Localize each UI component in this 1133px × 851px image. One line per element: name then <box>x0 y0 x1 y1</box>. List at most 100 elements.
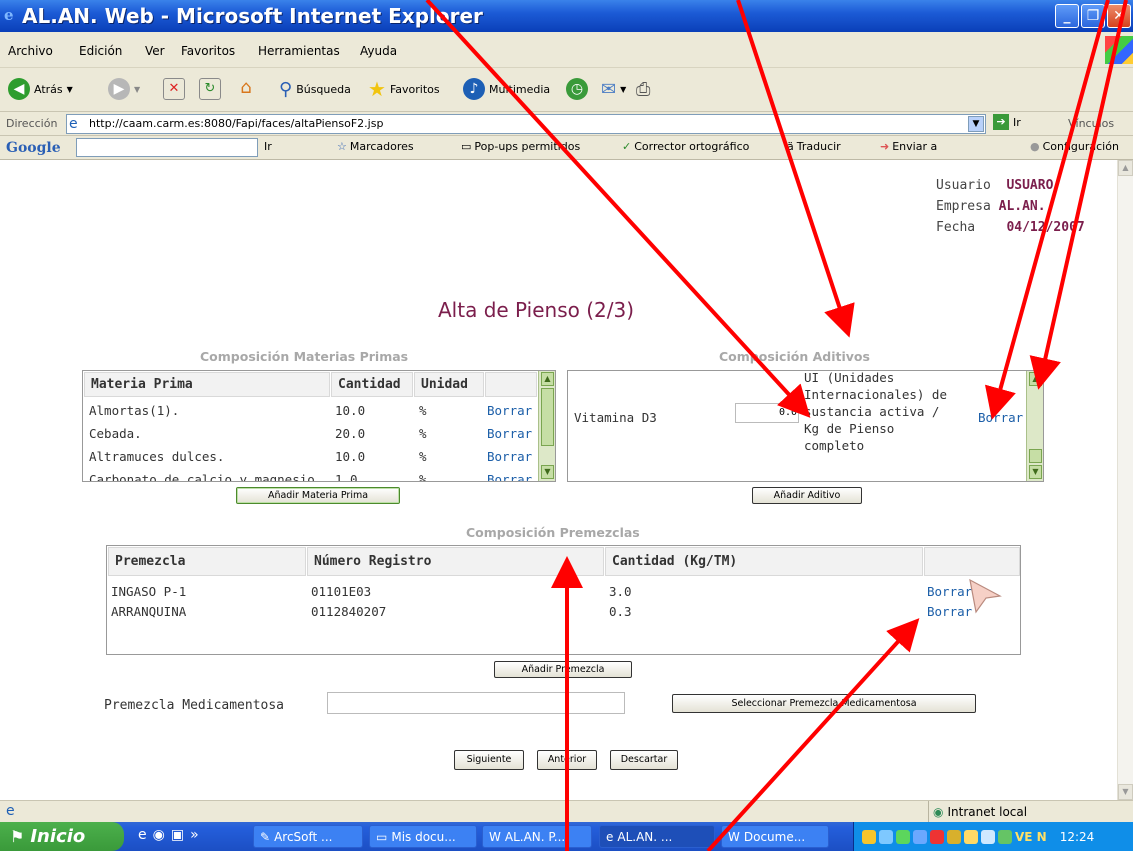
forward-button[interactable]: ▶ ▼ <box>108 76 140 102</box>
address-input[interactable]: e http://caam.carm.es:8080/Fapi/faces/al… <box>66 114 986 134</box>
delete-link[interactable]: Borrar <box>978 410 1023 425</box>
scroll-down-icon[interactable]: ▼ <box>1118 784 1133 800</box>
word-icon: W <box>489 829 501 844</box>
start-button[interactable]: ⚑ Inicio <box>0 822 124 851</box>
back-arrow-icon: ◀ <box>8 78 30 100</box>
refresh-button[interactable]: ↻ <box>199 76 221 102</box>
stop-button[interactable]: ✕ <box>163 76 185 102</box>
menu-edicion[interactable]: Edición <box>79 44 122 58</box>
prev-button[interactable]: Anterior <box>537 750 597 770</box>
tray-icon[interactable] <box>947 829 961 844</box>
printer-icon: ⎙ <box>636 78 651 100</box>
ie-quicklaunch-icon[interactable]: e <box>138 827 147 843</box>
send-button[interactable]: ➜ Enviar a <box>880 140 937 153</box>
task-documento[interactable]: W Docume... <box>721 825 829 848</box>
forward-arrow-icon: ▶ <box>108 78 130 100</box>
scroll-up-icon[interactable]: ▲ <box>541 372 554 386</box>
history-button[interactable]: ◷ <box>566 76 588 102</box>
print-button[interactable]: ⎙ <box>636 76 650 102</box>
materias-scrollbar[interactable]: ▲ ▼ <box>538 371 555 481</box>
clock[interactable]: 12:24 <box>1060 830 1095 844</box>
add-aditivo-button[interactable]: Añadir Aditivo <box>752 487 862 504</box>
scroll-thumb[interactable] <box>541 388 554 446</box>
bookmarks-button[interactable]: ☆ Marcadores <box>337 140 414 153</box>
google-go-button[interactable]: Ir <box>264 140 272 153</box>
delete-link[interactable]: Borrar <box>927 604 972 619</box>
translate-button[interactable]: ä Traducir <box>787 140 841 153</box>
translate-icon: ä <box>787 140 794 153</box>
close-button[interactable]: ✕ <box>1107 4 1131 28</box>
menu-herramientas[interactable]: Herramientas <box>258 44 340 58</box>
settings-button[interactable]: ● Configuración <box>1030 140 1119 153</box>
scroll-up-icon[interactable]: ▲ <box>1118 160 1133 176</box>
menu-ayuda[interactable]: Ayuda <box>360 44 397 58</box>
back-button[interactable]: ◀ Atrás ▼ <box>8 76 73 102</box>
menu-favoritos[interactable]: Favoritos <box>181 44 235 58</box>
popup-icon: ▭ <box>461 140 472 153</box>
aditivos-panel: Vitamina D3 0.0 UI (Unidades Internacion… <box>567 370 1044 482</box>
search-button[interactable]: ⚲ Búsqueda <box>279 76 351 102</box>
select-medicamentosa-button[interactable]: Seleccionar Premezcla Medicamentosa <box>672 694 976 713</box>
menu-ver[interactable]: Ver <box>145 44 165 58</box>
discard-button[interactable]: Descartar <box>610 750 678 770</box>
history-icon: ◷ <box>566 78 588 100</box>
go-button[interactable]: ➔ Ir <box>993 114 1021 130</box>
favorites-button[interactable]: ★ Favoritos <box>368 76 440 102</box>
links-label[interactable]: Vínculos <box>1068 117 1114 130</box>
refresh-icon: ↻ <box>199 78 221 100</box>
add-premezcla-button[interactable]: Añadir Premezcla <box>494 661 632 678</box>
task-alan-ie[interactable]: e AL.AN. ... <box>599 825 715 848</box>
tray-icon[interactable] <box>981 829 995 844</box>
delete-link[interactable]: Borrar <box>927 584 972 599</box>
minimize-button[interactable]: _ <box>1055 4 1079 28</box>
scroll-down-icon[interactable]: ▼ <box>1029 465 1042 479</box>
delete-link[interactable]: Borrar <box>487 472 532 481</box>
tray-language[interactable]: VE N <box>1015 830 1047 844</box>
more-chevron-icon[interactable]: » <box>190 827 199 843</box>
tray-icon[interactable] <box>964 829 978 844</box>
scroll-down-icon[interactable]: ▼ <box>541 465 554 479</box>
delete-link[interactable]: Borrar <box>487 449 532 464</box>
scroll-up-icon[interactable]: ▲ <box>1029 372 1042 386</box>
tray-icon[interactable] <box>879 829 893 844</box>
menu-bar: Archivo Edición Ver Favoritos Herramient… <box>0 32 1133 68</box>
task-arcsoft[interactable]: ✎ ArcSoft ... <box>253 825 363 848</box>
taskbar: ⚑ Inicio e ◉ ▣ » ✎ ArcSoft ... ▭ Mis docu.… <box>0 822 1133 851</box>
address-dropdown-icon[interactable]: ▼ <box>968 116 984 132</box>
desktop-quicklaunch-icon[interactable]: ▣ <box>171 827 184 843</box>
media-quicklaunch-icon[interactable]: ◉ <box>153 827 165 843</box>
aditivos-scrollbar[interactable]: ▲ ▼ <box>1026 371 1043 481</box>
status-bar: e ◉ Intranet local <box>0 800 1133 822</box>
google-logo[interactable]: Google <box>6 140 61 156</box>
task-alan-word[interactable]: W AL.AN. P... <box>482 825 592 848</box>
delete-link[interactable]: Borrar <box>487 426 532 441</box>
scroll-thumb[interactable] <box>1029 449 1042 463</box>
premezclas-header-action <box>924 547 1020 576</box>
maximize-button[interactable]: ❐ <box>1081 4 1105 28</box>
materias-panel: Materia Prima Cantidad Unidad Almortas(1… <box>82 370 556 482</box>
popups-button[interactable]: ▭ Pop-ups permitidos <box>461 140 580 153</box>
delete-link[interactable]: Borrar <box>487 403 532 418</box>
tray-icon[interactable] <box>998 829 1012 844</box>
tray-icon[interactable] <box>896 829 910 844</box>
multimedia-button[interactable]: ♪ Multimedia <box>463 76 550 102</box>
google-search-input[interactable] <box>76 138 258 157</box>
medicamentosa-input[interactable] <box>327 692 625 714</box>
mouse-cursor-icon <box>969 578 1002 614</box>
company-value: AL.AN. <box>998 199 1046 214</box>
next-button[interactable]: Siguiente <box>454 750 524 770</box>
spellcheck-button[interactable]: ✓ Corrector ortográfico <box>622 140 749 153</box>
user-value: USUARO <box>1006 178 1054 193</box>
mail-button[interactable]: ✉ ▼ <box>601 76 626 102</box>
google-toolbar: Google Ir ☆ Marcadores ▭ Pop-ups permiti… <box>0 136 1133 160</box>
menu-archivo[interactable]: Archivo <box>8 44 53 58</box>
task-mis-documentos[interactable]: ▭ Mis docu... <box>369 825 477 848</box>
vertical-scrollbar[interactable]: ▲ ▼ <box>1117 160 1133 800</box>
aditivo-value-input[interactable]: 0.0 <box>735 403 799 423</box>
windows-flag-icon: ⚑ <box>10 827 25 846</box>
tray-icon[interactable] <box>930 829 944 844</box>
home-button[interactable]: ⌂ <box>235 76 257 102</box>
add-materia-button[interactable]: Añadir Materia Prima <box>236 487 400 504</box>
tray-icon[interactable] <box>862 829 876 844</box>
tray-icon[interactable] <box>913 829 927 844</box>
